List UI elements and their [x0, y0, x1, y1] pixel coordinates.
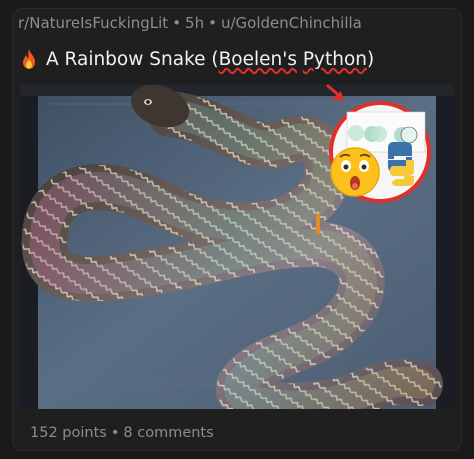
title-prefix: A Rainbow Snake ( — [46, 48, 219, 70]
post-age: 5h — [185, 14, 205, 32]
title-word-boelens: Boelen's — [218, 48, 297, 70]
title-suffix: ) — [367, 48, 375, 70]
title-word-python: Python — [302, 48, 368, 70]
post-footer: 152 points • 8 comments — [30, 425, 214, 441]
meta-separator: • — [208, 14, 217, 32]
footer-separator: • — [110, 425, 120, 441]
red-arrow-icon — [326, 84, 344, 101]
points-count: 152 points — [30, 425, 107, 441]
meta-separator: • — [172, 14, 182, 32]
astonished-face-icon — [330, 147, 380, 197]
author-link[interactable]: u/GoldenChinchilla — [221, 14, 362, 32]
post-image[interactable] — [20, 84, 454, 409]
fire-icon — [23, 49, 35, 69]
subreddit-link[interactable]: r/NatureIsFuckingLit — [18, 14, 168, 32]
comments-link[interactable]: 8 comments — [123, 425, 213, 441]
post-meta: r/NatureIsFuckingLit • 5h • u/GoldenChinchil… — [18, 14, 362, 32]
thumbnail-overlay — [326, 84, 431, 203]
post-title[interactable]: A Rainbow Snake (Boelen's Python) — [20, 48, 374, 70]
